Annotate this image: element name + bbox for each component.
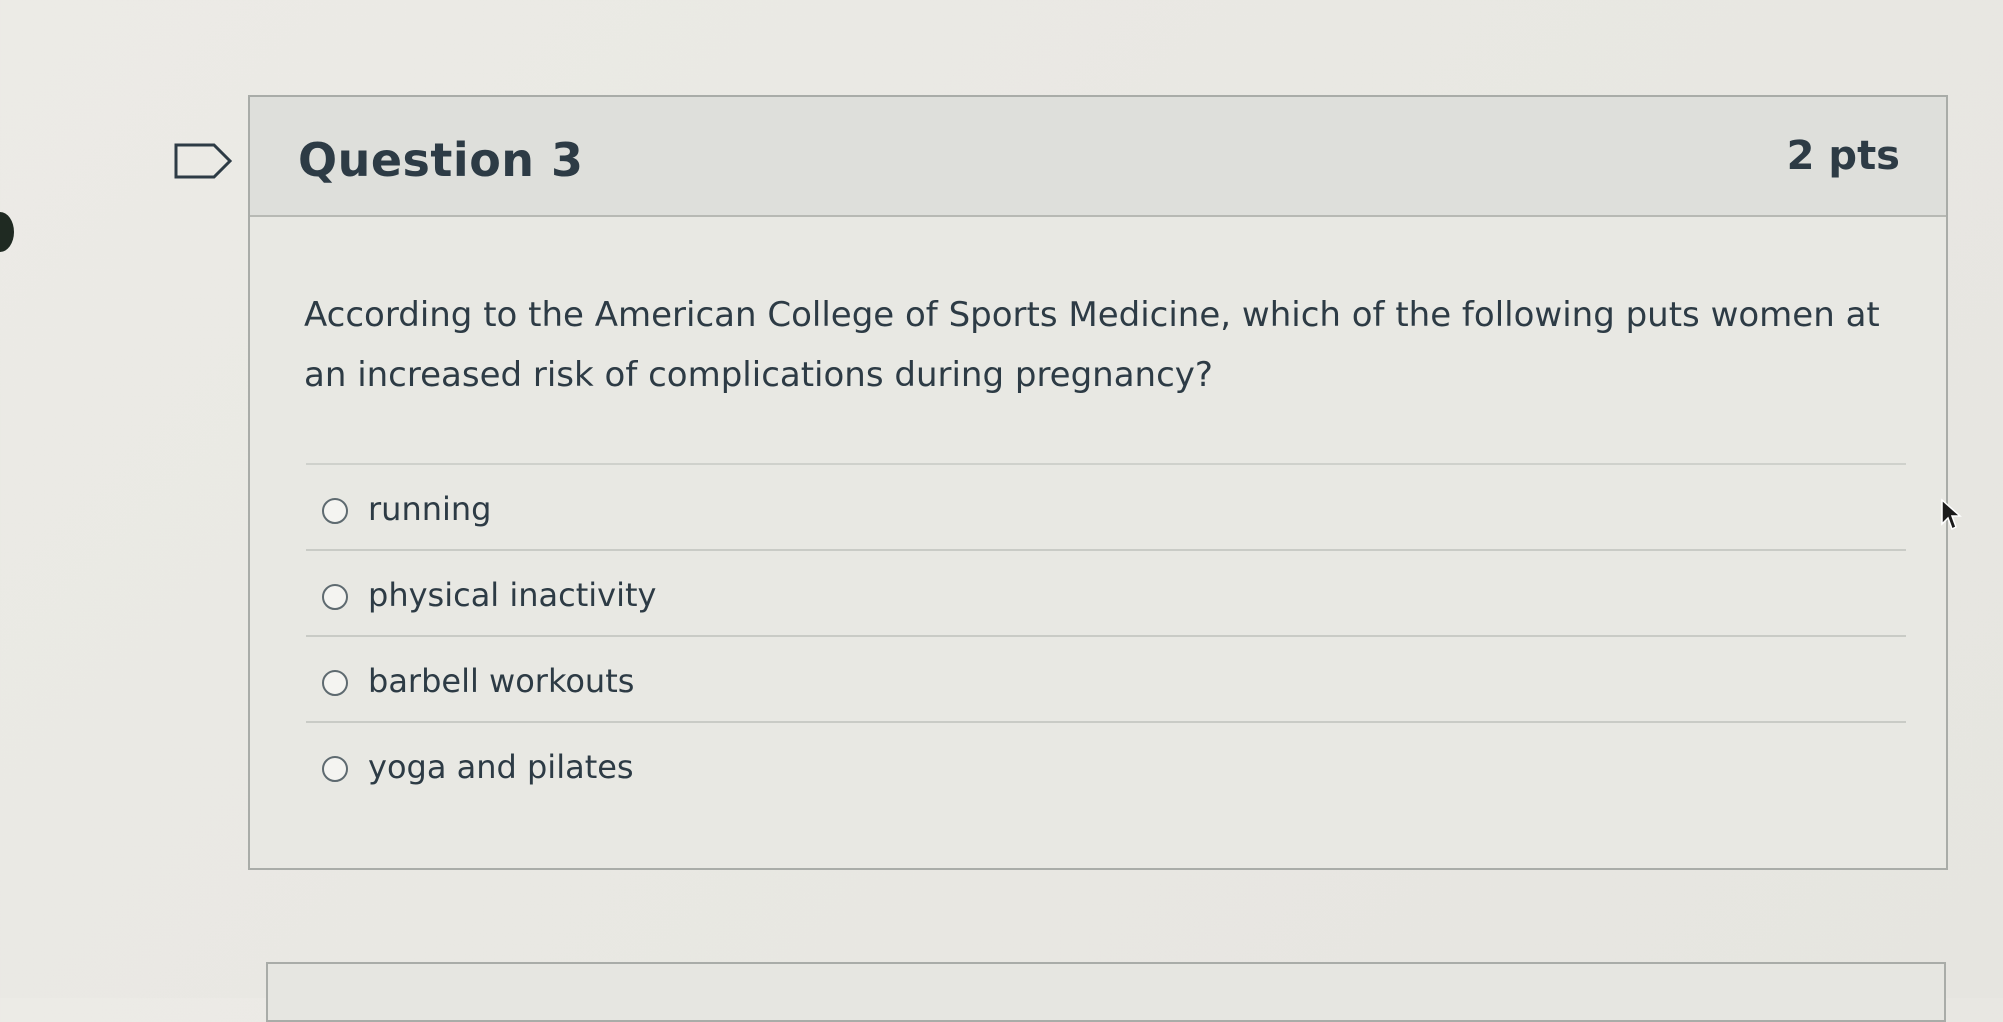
mouse-cursor-icon bbox=[1941, 498, 1962, 531]
answer-label: physical inactivity bbox=[368, 576, 657, 614]
answer-option-running[interactable]: running bbox=[306, 465, 1906, 551]
question-title: Question 3 bbox=[298, 133, 584, 187]
answer-label: barbell workouts bbox=[368, 662, 635, 700]
radio-button[interactable] bbox=[322, 498, 348, 524]
answer-option-yoga-and-pilates[interactable]: yoga and pilates bbox=[306, 723, 1906, 809]
radio-button[interactable] bbox=[322, 584, 348, 610]
question-header: Question 3 2 pts bbox=[250, 97, 1946, 217]
left-edge-dot bbox=[0, 212, 14, 252]
answer-option-physical-inactivity[interactable]: physical inactivity bbox=[306, 551, 1906, 637]
question-card: Question 3 2 pts According to the Americ… bbox=[248, 95, 1948, 870]
question-text: According to the American College of Spo… bbox=[304, 295, 1880, 395]
answer-option-barbell-workouts[interactable]: barbell workouts bbox=[306, 637, 1906, 723]
answer-label: yoga and pilates bbox=[368, 748, 634, 786]
question-points: 2 pts bbox=[1786, 133, 1900, 179]
answer-list: running physical inactivity barbell work… bbox=[306, 465, 1906, 809]
next-question-card bbox=[266, 962, 1946, 1022]
radio-button[interactable] bbox=[322, 756, 348, 782]
bookmark-flag-icon[interactable] bbox=[174, 141, 234, 181]
answer-label: running bbox=[368, 490, 492, 528]
radio-button[interactable] bbox=[322, 670, 348, 696]
